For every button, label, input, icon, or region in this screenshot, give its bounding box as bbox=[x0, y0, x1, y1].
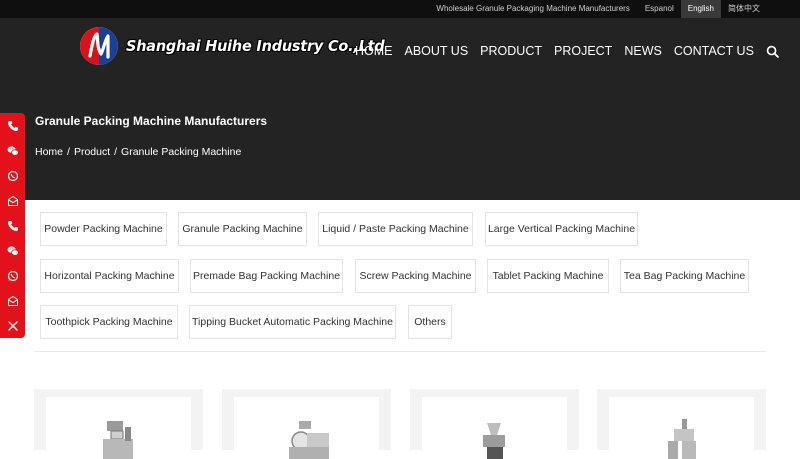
product-image bbox=[609, 397, 754, 459]
category-tablet-packing-machine[interactable]: Tablet Packing Machine bbox=[487, 259, 609, 293]
wechat-icon bbox=[7, 145, 19, 156]
breadcrumb-product[interactable]: Product bbox=[74, 146, 110, 158]
nav-project[interactable]: PROJECT bbox=[554, 42, 612, 60]
category-tipping-bucket-automatic-packing-machine[interactable]: Tipping Bucket Automatic Packing Machine bbox=[189, 305, 396, 339]
category-premade-bag-packing-machine[interactable]: Premade Bag Packing Machine bbox=[190, 259, 343, 293]
category-granule-packing-machine[interactable]: Granule Packing Machine bbox=[178, 212, 307, 246]
product-card[interactable] bbox=[597, 389, 766, 459]
category-large-vertical-packing-machine[interactable]: Large Vertical Packing Machine bbox=[485, 212, 638, 246]
product-card[interactable] bbox=[34, 389, 203, 459]
language-english[interactable]: English bbox=[680, 0, 721, 18]
packing-machine-icon bbox=[288, 421, 329, 459]
sidebar-email-button[interactable] bbox=[0, 188, 25, 213]
category-powder-packing-machine[interactable]: Powder Packing Machine bbox=[40, 212, 167, 246]
breadcrumb-separator: / bbox=[114, 146, 118, 158]
search-icon[interactable] bbox=[766, 45, 779, 58]
product-image bbox=[422, 397, 567, 459]
top-utility-bar: Wholesale Granule Packaging Machine Manu… bbox=[0, 0, 800, 18]
wechat-icon bbox=[7, 245, 19, 256]
breadcrumb: Home / Product / Granule Packing Machine bbox=[35, 146, 241, 158]
main-navigation: HOME ABOUT US PRODUCT PROJECT NEWS CONTA… bbox=[355, 42, 779, 60]
email-icon bbox=[7, 295, 18, 306]
nav-home[interactable]: HOME bbox=[355, 42, 393, 60]
sidebar-wechat-button-2[interactable] bbox=[0, 238, 25, 263]
company-logo-icon bbox=[80, 27, 118, 65]
category-horizontal-packing-machine[interactable]: Horizontal Packing Machine bbox=[40, 259, 179, 293]
sidebar-email-button-2[interactable] bbox=[0, 288, 25, 313]
category-toothpick-packing-machine[interactable]: Toothpick Packing Machine bbox=[40, 305, 178, 339]
close-icon bbox=[7, 320, 18, 331]
sidebar-phone-button[interactable] bbox=[0, 113, 25, 138]
category-screw-packing-machine[interactable]: Screw Packing Machine bbox=[355, 259, 476, 293]
language-chinese[interactable]: 简体中文 bbox=[721, 0, 800, 18]
whatsapp-icon bbox=[7, 270, 18, 281]
breadcrumb-separator: / bbox=[67, 146, 70, 158]
product-image bbox=[46, 397, 191, 459]
page-header: Shanghai Huihe Industry Co.,Ltd HOME ABO… bbox=[0, 18, 800, 200]
language-espanol[interactable]: Espanol bbox=[638, 0, 681, 18]
packing-machine-icon bbox=[102, 421, 133, 459]
contact-sidebar bbox=[0, 113, 25, 338]
phone-icon bbox=[7, 120, 18, 131]
nav-contact-us[interactable]: CONTACT US bbox=[674, 42, 754, 60]
company-name: Shanghai Huihe Industry Co.,Ltd bbox=[126, 37, 385, 55]
sidebar-wechat-button[interactable] bbox=[0, 138, 25, 163]
sidebar-close-button[interactable] bbox=[0, 313, 25, 338]
section-divider bbox=[35, 351, 766, 352]
category-others[interactable]: Others bbox=[408, 305, 452, 339]
site-tagline: Wholesale Granule Packaging Machine Manu… bbox=[436, 4, 630, 13]
nav-about-us[interactable]: ABOUT US bbox=[405, 42, 469, 60]
product-image bbox=[234, 397, 379, 459]
packing-machine-icon bbox=[482, 423, 505, 459]
whatsapp-icon bbox=[7, 170, 18, 181]
sidebar-whatsapp-button[interactable] bbox=[0, 163, 25, 188]
category-tea-bag-packing-machine[interactable]: Tea Bag Packing Machine bbox=[620, 259, 749, 293]
sidebar-phone-button-2[interactable] bbox=[0, 213, 25, 238]
email-icon bbox=[7, 195, 18, 206]
packing-machine-icon bbox=[667, 419, 696, 459]
product-card[interactable] bbox=[410, 389, 579, 459]
phone-icon bbox=[7, 220, 18, 231]
breadcrumb-current: Granule Packing Machine bbox=[121, 146, 242, 158]
category-liquid-paste-packing-machine[interactable]: Liquid / Paste Packing Machine bbox=[318, 212, 473, 246]
breadcrumb-home[interactable]: Home bbox=[35, 146, 63, 158]
nav-product[interactable]: PRODUCT bbox=[480, 42, 542, 60]
sidebar-whatsapp-button-2[interactable] bbox=[0, 263, 25, 288]
product-card[interactable] bbox=[222, 389, 391, 459]
nav-news[interactable]: NEWS bbox=[624, 42, 662, 60]
page-title: Granule Packing Machine Manufacturers bbox=[35, 114, 268, 128]
